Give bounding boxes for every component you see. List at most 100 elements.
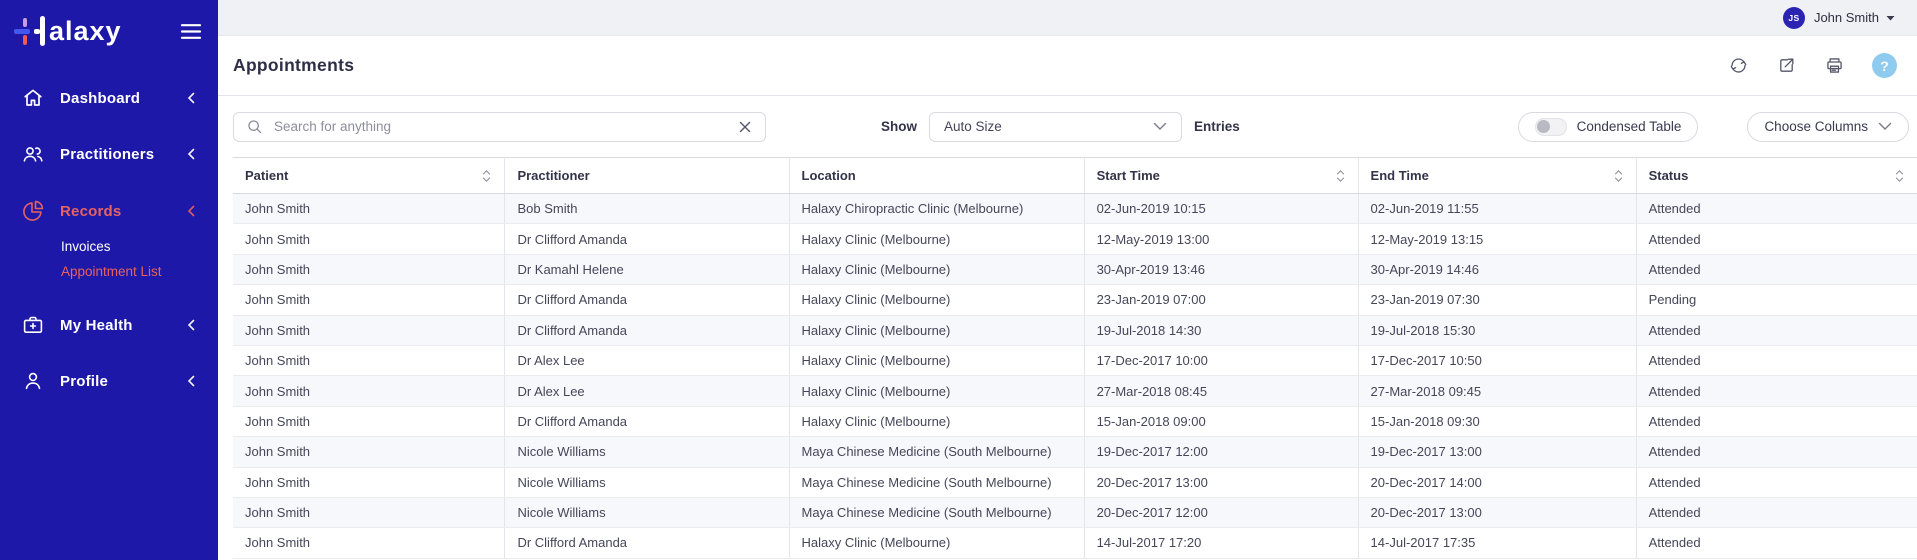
help-button[interactable]: ? — [1872, 53, 1897, 78]
table-row[interactable]: John SmithNicole WilliamsMaya Chinese Me… — [233, 467, 1917, 497]
table-row[interactable]: John SmithDr Clifford AmandaHalaxy Clini… — [233, 406, 1917, 436]
chevron-left-icon[interactable] — [187, 375, 195, 387]
cell-practitioner: Dr Alex Lee — [505, 345, 789, 375]
search-box[interactable] — [233, 112, 766, 142]
table-row[interactable]: John SmithDr Alex LeeHalaxy Clinic (Melb… — [233, 376, 1917, 406]
logo-text: alaxy — [49, 14, 122, 48]
condensed-table-label: Condensed Table — [1577, 119, 1682, 134]
choose-columns-button[interactable]: Choose Columns — [1747, 112, 1909, 142]
cell-end-time: 15-Jan-2018 09:30 — [1358, 406, 1636, 436]
main-content: JS John Smith Appointments ? — [218, 0, 1917, 560]
sidebar-item-profile[interactable]: Profile — [0, 364, 218, 398]
sidebar-item-practitioners[interactable]: Practitioners — [0, 137, 218, 171]
choose-columns-label: Choose Columns — [1764, 119, 1868, 134]
cell-patient: John Smith — [233, 437, 505, 467]
column-header-label: Status — [1649, 168, 1689, 183]
table-header-row: Patient Practitioner Location Start Time End… — [233, 158, 1917, 194]
user-name: John Smith — [1814, 10, 1879, 25]
column-header-start-time[interactable]: Start Time — [1084, 158, 1358, 194]
table-row[interactable]: John SmithDr Clifford AmandaHalaxy Clini… — [233, 285, 1917, 315]
cell-start-time: 17-Dec-2017 10:00 — [1084, 345, 1358, 375]
sidebar-item-records[interactable]: Records — [0, 194, 218, 228]
cell-status: Attended — [1636, 254, 1917, 284]
cell-practitioner: Nicole Williams — [505, 467, 789, 497]
cell-status: Attended — [1636, 406, 1917, 436]
chevron-left-icon[interactable] — [187, 205, 195, 217]
cell-practitioner: Bob Smith — [505, 194, 789, 224]
cell-location: Halaxy Clinic (Melbourne) — [789, 528, 1084, 558]
sidebar-subitem-invoices[interactable]: Invoices — [0, 234, 218, 259]
column-header-practitioner: Practitioner — [505, 158, 789, 194]
person-icon — [20, 368, 46, 394]
column-header-label: Practitioner — [517, 168, 589, 183]
cell-location: Halaxy Clinic (Melbourne) — [789, 315, 1084, 345]
refresh-button[interactable] — [1728, 55, 1749, 76]
halaxy-logo[interactable]: alaxy — [14, 13, 122, 49]
avatar: JS — [1783, 7, 1805, 29]
cell-status: Attended — [1636, 437, 1917, 467]
cell-practitioner: Dr Clifford Amanda — [505, 406, 789, 436]
hamburger-menu-icon[interactable] — [180, 23, 202, 40]
cell-status: Attended — [1636, 345, 1917, 375]
chevron-left-icon[interactable] — [187, 148, 195, 160]
show-entries-select[interactable]: Auto Size — [929, 112, 1182, 142]
search-icon — [246, 118, 263, 135]
cell-start-time: 14-Jul-2017 17:20 — [1084, 528, 1358, 558]
cell-location: Halaxy Clinic (Melbourne) — [789, 224, 1084, 254]
practitioners-people-icon — [20, 141, 46, 167]
cell-location: Halaxy Chiropractic Clinic (Melbourne) — [789, 194, 1084, 224]
cell-patient: John Smith — [233, 285, 505, 315]
column-header-label: Start Time — [1097, 168, 1160, 183]
column-header-end-time[interactable]: End Time — [1358, 158, 1636, 194]
cell-patient: John Smith — [233, 467, 505, 497]
sidebar-subitem-label: Appointment List — [61, 264, 162, 279]
sidebar-subitem-appointment-list[interactable]: Appointment List — [0, 259, 218, 284]
table-row[interactable]: John SmithDr Clifford AmandaHalaxy Clini… — [233, 315, 1917, 345]
sidebar-item-label: My Health — [60, 317, 187, 334]
sidebar-item-my-health[interactable]: My Health — [0, 308, 218, 342]
sort-icon[interactable] — [1894, 168, 1905, 184]
cell-practitioner: Dr Clifford Amanda — [505, 528, 789, 558]
cell-patient: John Smith — [233, 345, 505, 375]
cell-location: Halaxy Clinic (Melbourne) — [789, 376, 1084, 406]
chevron-down-icon — [1878, 122, 1892, 131]
chevron-left-icon[interactable] — [187, 92, 195, 104]
print-button[interactable] — [1824, 55, 1845, 76]
cell-start-time: 30-Apr-2019 13:46 — [1084, 254, 1358, 284]
sort-icon[interactable] — [481, 168, 492, 184]
column-header-label: Location — [802, 168, 856, 183]
records-pie-chart-icon — [20, 198, 46, 224]
cell-end-time: 17-Dec-2017 10:50 — [1358, 345, 1636, 375]
column-header-label: Patient — [245, 168, 288, 183]
entries-label: Entries — [1194, 119, 1240, 134]
cell-patient: John Smith — [233, 376, 505, 406]
condensed-table-toggle[interactable]: Condensed Table — [1518, 112, 1699, 142]
table-row[interactable]: John SmithNicole WilliamsMaya Chinese Me… — [233, 497, 1917, 527]
cell-end-time: 30-Apr-2019 14:46 — [1358, 254, 1636, 284]
search-input[interactable] — [272, 118, 737, 135]
column-header-status[interactable]: Status — [1636, 158, 1917, 194]
cell-end-time: 23-Jan-2019 07:30 — [1358, 285, 1636, 315]
table-row[interactable]: John SmithDr Kamahl HeleneHalaxy Clinic … — [233, 254, 1917, 284]
chevron-left-icon[interactable] — [187, 319, 195, 331]
clear-search-icon[interactable] — [737, 119, 753, 135]
table-row[interactable]: John SmithBob SmithHalaxy Chiropractic C… — [233, 194, 1917, 224]
sidebar-item-dashboard[interactable]: Dashboard — [0, 81, 218, 115]
cell-start-time: 15-Jan-2018 09:00 — [1084, 406, 1358, 436]
table-row[interactable]: John SmithDr Clifford AmandaHalaxy Clini… — [233, 528, 1917, 558]
user-menu[interactable]: JS John Smith — [1783, 7, 1895, 29]
cell-location: Halaxy Clinic (Melbourne) — [789, 406, 1084, 436]
appointments-table-wrapper: Patient Practitioner Location Start Time End… — [233, 157, 1917, 559]
table-row[interactable]: John SmithNicole WilliamsMaya Chinese Me… — [233, 437, 1917, 467]
column-header-patient[interactable]: Patient — [233, 158, 505, 194]
toggle-switch-icon[interactable] — [1535, 118, 1567, 136]
table-row[interactable]: John SmithDr Clifford AmandaHalaxy Clini… — [233, 224, 1917, 254]
cell-practitioner: Dr Clifford Amanda — [505, 224, 789, 254]
chevron-down-icon — [1153, 122, 1167, 131]
export-button[interactable] — [1776, 55, 1797, 76]
table-row[interactable]: John SmithDr Alex LeeHalaxy Clinic (Melb… — [233, 345, 1917, 375]
sort-icon[interactable] — [1613, 168, 1624, 184]
sort-icon[interactable] — [1335, 168, 1346, 184]
cell-patient: John Smith — [233, 224, 505, 254]
cell-status: Attended — [1636, 497, 1917, 527]
